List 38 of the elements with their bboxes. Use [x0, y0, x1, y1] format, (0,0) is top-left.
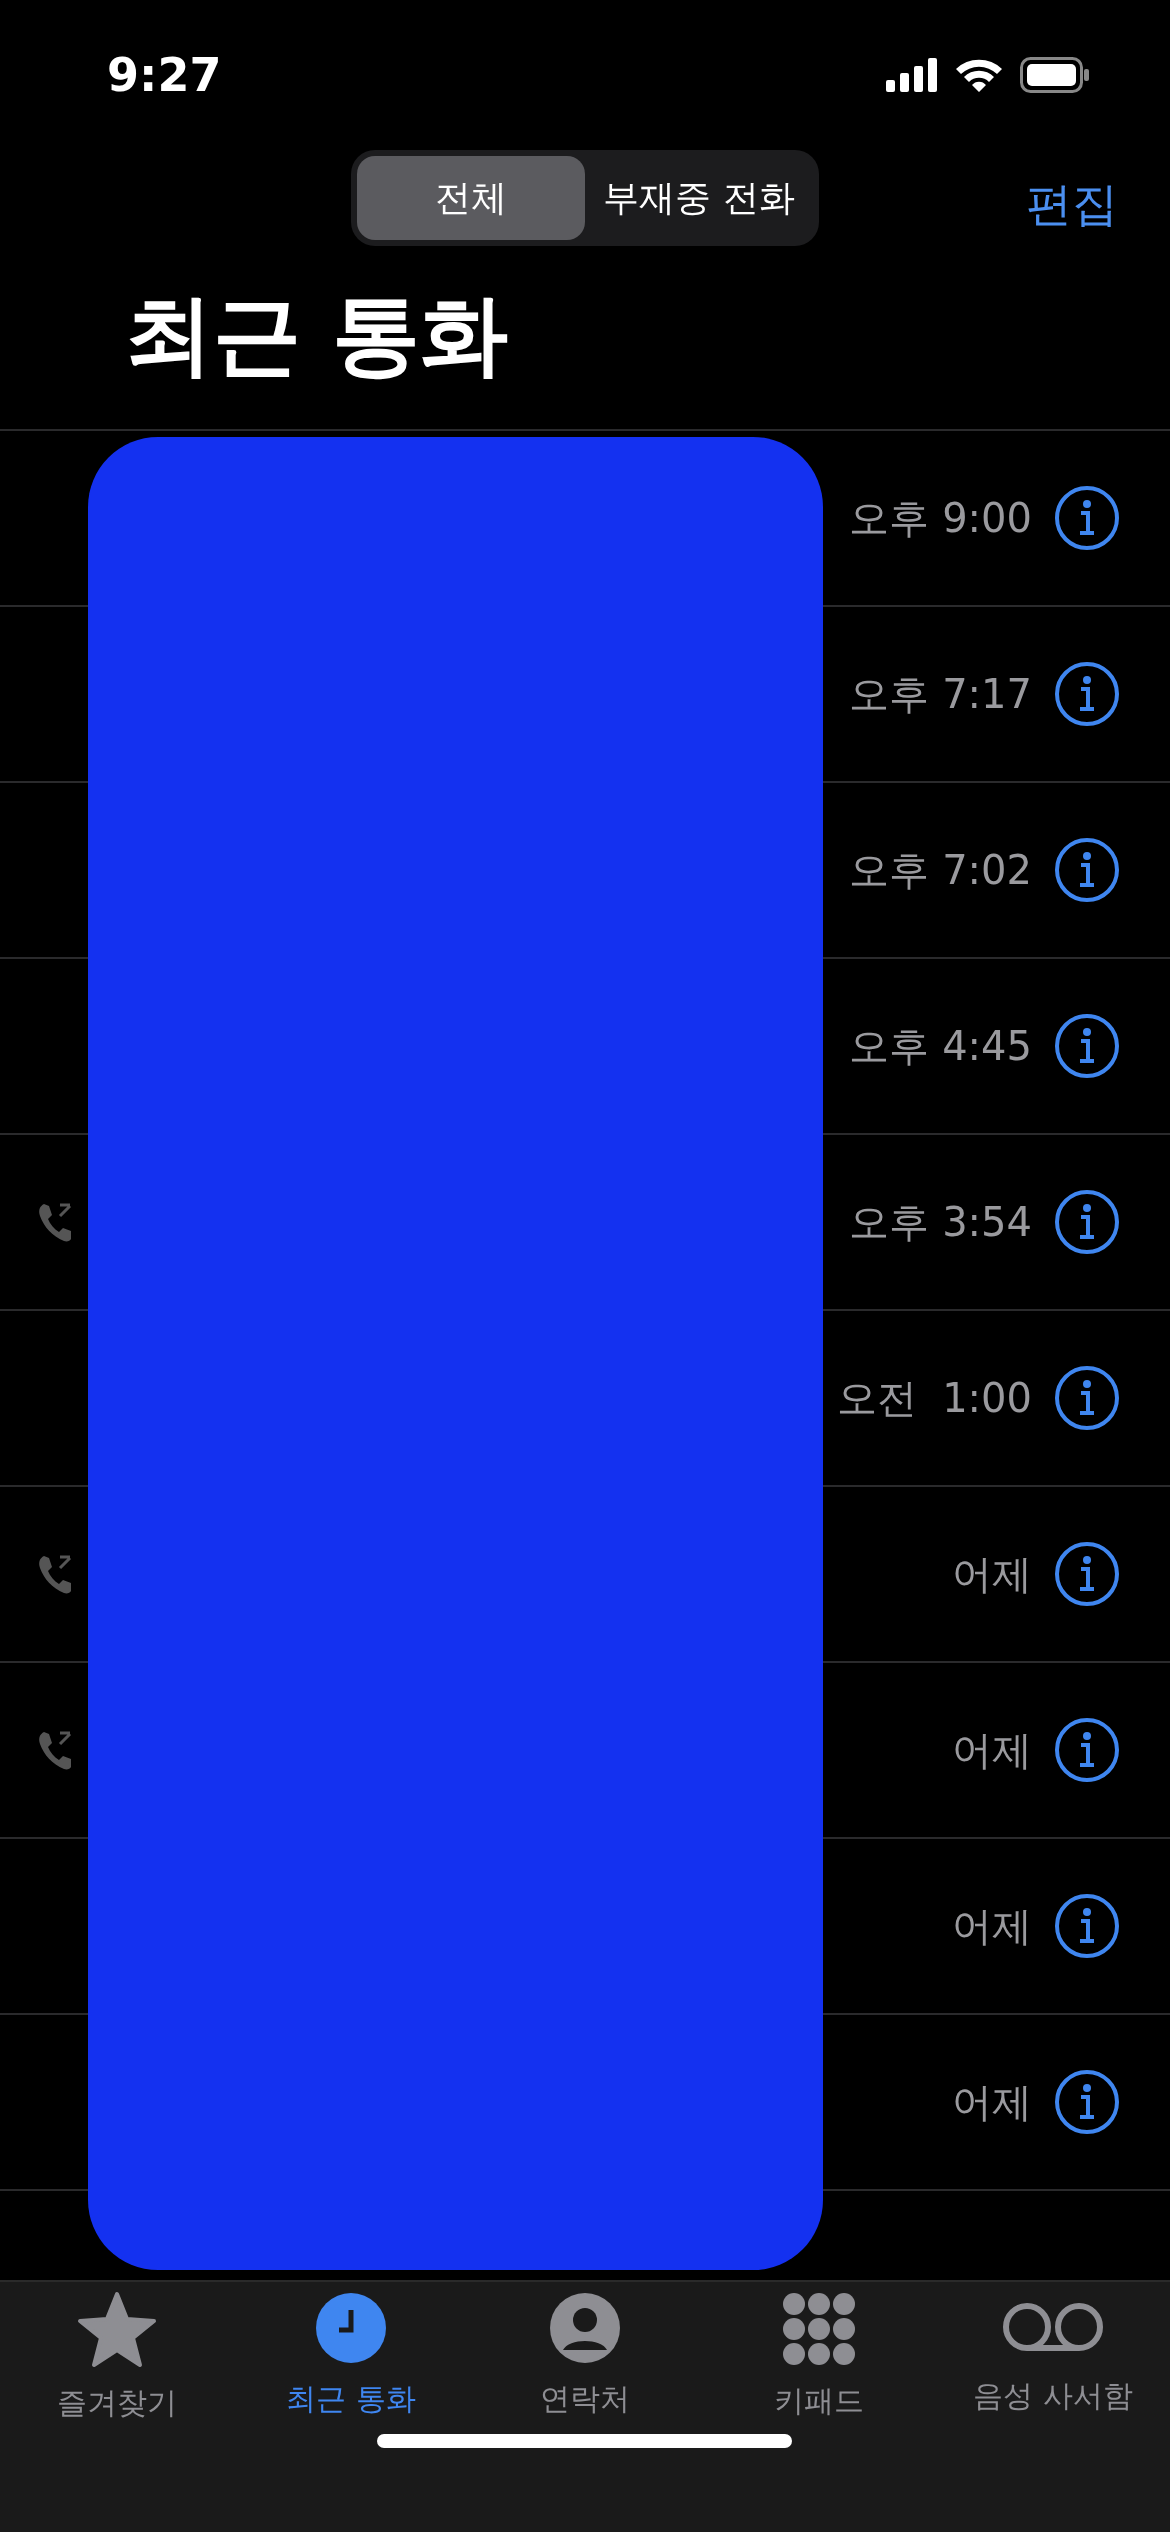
info-icon[interactable] — [1054, 1013, 1120, 1079]
wifi-icon — [954, 57, 1004, 93]
call-time: 오전 1:00 — [836, 1375, 1032, 1421]
keypad-icon — [782, 2292, 856, 2366]
call-time: 어제 — [952, 2079, 1032, 2125]
call-time: 오후 7:17 — [849, 671, 1032, 717]
voicemail-icon — [1001, 2300, 1105, 2353]
call-time: 오후 7:02 — [849, 847, 1032, 893]
battery-icon — [1020, 57, 1090, 93]
call-time: 어제 — [952, 1903, 1032, 1949]
call-time: 오후 3:54 — [849, 1199, 1032, 1245]
info-icon[interactable] — [1054, 485, 1120, 551]
info-icon[interactable] — [1054, 2069, 1120, 2135]
info-icon[interactable] — [1054, 661, 1120, 727]
info-icon[interactable] — [1054, 1365, 1120, 1431]
call-time: 오후 4:45 — [849, 1023, 1032, 1069]
tab-bar-item[interactable]: 연락처 — [468, 2282, 702, 2418]
person-icon — [549, 2292, 621, 2364]
status-time: 9:27 — [107, 46, 222, 104]
info-icon[interactable] — [1054, 1893, 1120, 1959]
info-icon[interactable] — [1054, 1189, 1120, 1255]
call-time: 어제 — [952, 1551, 1032, 1597]
info-icon[interactable] — [1054, 1717, 1120, 1783]
info-icon[interactable] — [1054, 1541, 1120, 1607]
tab-bar-item[interactable]: 음성 사서함 — [936, 2282, 1170, 2418]
tab-bar-item[interactable]: 키패드 — [702, 2282, 936, 2418]
call-time: 어제 — [952, 1727, 1032, 1773]
info-icon[interactable] — [1054, 837, 1120, 903]
segment-tab[interactable]: 전체 — [357, 156, 585, 240]
star-icon — [77, 2290, 157, 2370]
segment-tab[interactable]: 부재중 전화 — [585, 156, 813, 240]
tab-bar-item[interactable]: 즐겨찾기 — [0, 2282, 234, 2418]
clock-icon — [315, 2292, 387, 2364]
edit-button[interactable]: 편집 — [1026, 170, 1118, 239]
tab-bar-item[interactable]: 최근 통화 — [234, 2282, 468, 2418]
call-time: 오후 9:00 — [849, 495, 1032, 541]
page-title: 최근 통화 — [124, 282, 509, 388]
signal-icon — [886, 58, 938, 92]
